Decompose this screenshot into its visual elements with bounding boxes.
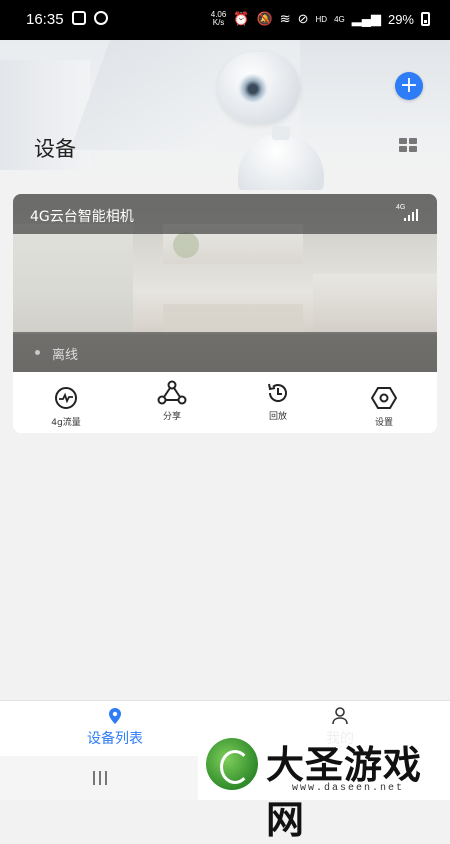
page-title: 设备 [34,137,76,161]
app-notification-icon [94,11,108,25]
status-bar: 16:35 4.06 K/s ⏰ 🔕 ≋ ⊘ HD 4G ▂▄▆ 29% [0,0,450,40]
recent-apps-button[interactable] [93,771,107,785]
device-name: 4G云台智能相机 [30,209,134,225]
person-icon [332,707,348,725]
status-dot [35,350,40,355]
device-header: 4G云台智能相机 4G [13,194,437,234]
status-time: 16:35 [26,11,64,28]
playback-icon [268,383,287,402]
camera-preview[interactable]: 4G云台智能相机 4G 离线 [13,194,437,372]
watermark-logo-icon [206,738,258,790]
battery-percent: 29% [387,11,414,27]
mute-icon: 🔕 [256,11,273,26]
add-device-button[interactable]: + [395,72,423,100]
network-type: 4G [334,14,345,24]
settings-button[interactable]: 设置 [331,372,437,433]
share-icon [157,380,187,405]
signal-strength-icon: 4G [396,204,422,224]
camera-illustration [216,52,326,190]
device-card[interactable]: 4G云台智能相机 4G 离线 4g流量 分享 回放 设置 [13,194,437,433]
device-status-bar: 离线 [13,332,437,372]
tab-device-list[interactable]: 设备列表 [60,701,170,757]
grid-view-icon[interactable] [399,138,417,152]
hd-indicator: HD [315,14,328,24]
device-actions: 4g流量 分享 回放 设置 [13,372,437,433]
share-button[interactable]: 分享 [119,372,225,433]
alarm-icon: ⏰ [233,11,250,26]
watermark: 大圣游戏网 www.daseen.net [198,728,450,842]
signal-icon: ▂▄▆ [351,11,381,26]
wifi-icon: ≋ [279,11,291,26]
plus-icon: + [399,73,419,98]
traffic-button[interactable]: 4g流量 [13,372,119,433]
playback-button[interactable]: 回放 [225,372,331,433]
network-speed: 4.06 K/s [210,10,227,27]
settings-icon [371,387,397,409]
header-banner: 设备 + [0,40,450,190]
dnd-icon: ⊘ [297,11,309,26]
location-pin-icon [109,708,121,724]
traffic-icon [55,387,77,409]
gallery-icon [72,11,86,25]
battery-icon [421,12,430,26]
watermark-url: www.daseen.net [292,783,405,794]
device-status: 离线 [52,348,79,363]
